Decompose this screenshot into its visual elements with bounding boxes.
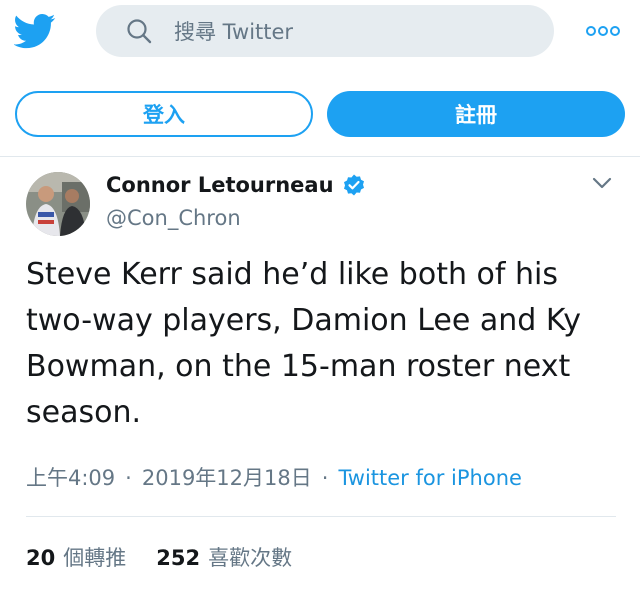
retweets-count: 20 xyxy=(26,546,56,570)
tweet-date[interactable]: 2019年12月18日 xyxy=(142,466,312,490)
divider xyxy=(0,156,640,157)
tweet-time[interactable]: 上午4:09 xyxy=(26,466,115,490)
signup-button[interactable]: 註冊 xyxy=(327,91,625,137)
search-icon xyxy=(127,19,152,44)
retweets-stat[interactable]: 20 個轉推 xyxy=(26,546,126,570)
avatar-photo xyxy=(26,172,90,236)
login-button-label: 登入 xyxy=(143,103,185,127)
author-handle[interactable]: @Con_Chron xyxy=(106,206,241,230)
verified-icon xyxy=(343,174,364,196)
likes-count: 252 xyxy=(156,546,201,570)
author-name-text: Connor Letourneau xyxy=(106,173,334,197)
author-name[interactable]: Connor Letourneau xyxy=(106,173,366,197)
divider xyxy=(26,516,616,517)
tweet-page: 搜尋 Twitter 登入 註冊 Connor Letourneau @Con_… xyxy=(0,0,640,590)
chevron-down-icon[interactable] xyxy=(592,176,612,190)
separator-dot: · xyxy=(321,466,329,490)
twitter-bird-icon[interactable] xyxy=(14,10,56,52)
separator-dot: · xyxy=(125,466,132,490)
search-input[interactable]: 搜尋 Twitter xyxy=(174,16,293,46)
likes-label: 喜歡次數 xyxy=(208,546,293,570)
top-bar: 搜尋 Twitter xyxy=(0,0,640,66)
retweets-label: 個轉推 xyxy=(63,546,127,570)
avatar[interactable] xyxy=(26,172,90,236)
tweet-text: Steve Kerr said he’d like both of his tw… xyxy=(26,257,582,430)
more-icon[interactable] xyxy=(586,25,620,37)
tweet-meta: 上午4:09 · 2019年12月18日 · Twitter for iPhone xyxy=(26,462,522,492)
signup-button-label: 註冊 xyxy=(455,103,497,127)
likes-stat[interactable]: 252 喜歡次數 xyxy=(156,546,292,570)
tweet-source-link[interactable]: Twitter for iPhone xyxy=(338,466,522,490)
search-bar[interactable]: 搜尋 Twitter xyxy=(96,5,554,57)
login-button[interactable]: 登入 xyxy=(15,91,313,137)
tweet-stats: 20 個轉推 252 喜歡次數 xyxy=(26,542,292,572)
